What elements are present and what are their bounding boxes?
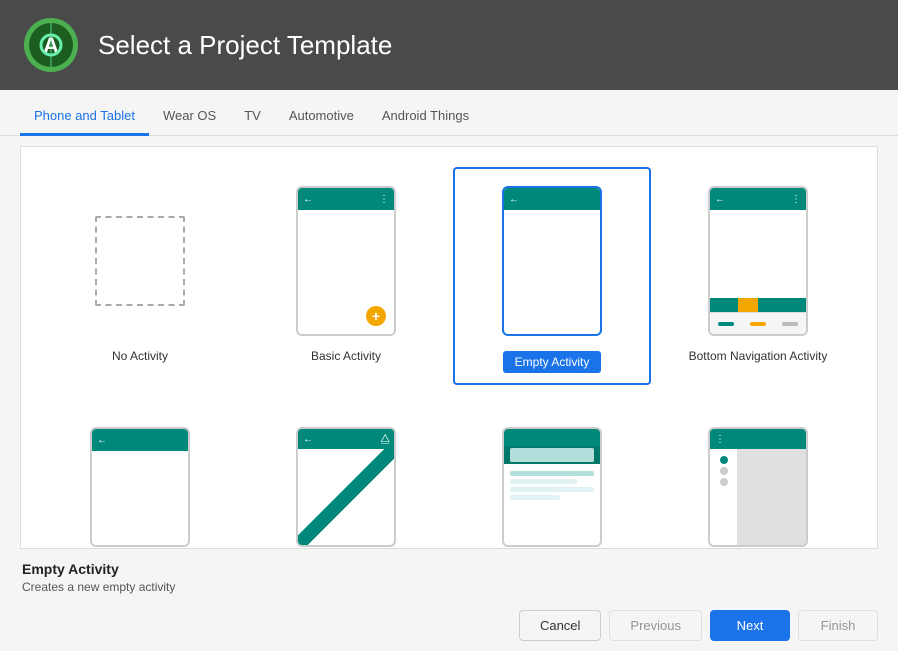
previous-button[interactable]: Previous bbox=[609, 610, 702, 641]
cancel-button[interactable]: Cancel bbox=[519, 610, 601, 641]
basic-activity-icon: ← ⋮ + bbox=[296, 186, 396, 336]
template-fullscreen-activity[interactable]: ← Fullscreen Activity bbox=[41, 393, 239, 549]
back-arrow-icon3: ← bbox=[715, 194, 725, 205]
back-arrow-icon: ← bbox=[303, 194, 313, 205]
template-master-detail[interactable]: ← ⧋ Master/Detail Flow bbox=[247, 393, 445, 549]
nav-dot-1 bbox=[720, 456, 728, 464]
bottom-nav-activity-label: Bottom Navigation Activity bbox=[689, 349, 828, 363]
template-grid: No Activity ← ⋮ + Basic Activity bbox=[21, 147, 877, 549]
scrolling-icon bbox=[502, 427, 602, 547]
tab-wear-os[interactable]: Wear OS bbox=[149, 98, 230, 136]
tab-tv[interactable]: TV bbox=[230, 98, 275, 136]
tab-bar: Phone and Tablet Wear OS TV Automotive A… bbox=[0, 90, 898, 136]
master-detail-preview: ← ⧋ bbox=[291, 407, 401, 549]
nav-drawer-preview: ⋮ bbox=[703, 407, 813, 549]
tab-automotive[interactable]: Automotive bbox=[275, 98, 368, 136]
overflow-icon2: ⋮ bbox=[791, 194, 801, 205]
template-grid-container: No Activity ← ⋮ + Basic Activity bbox=[20, 146, 878, 549]
dialog-title: Select a Project Template bbox=[98, 30, 392, 61]
nav-dot-3 bbox=[720, 478, 728, 486]
back-arrow-icon5: ← bbox=[303, 434, 313, 445]
app-logo: A bbox=[24, 18, 78, 72]
template-basic-activity[interactable]: ← ⋮ + Basic Activity bbox=[247, 167, 445, 385]
template-empty-activity[interactable]: ← Empty Activity bbox=[453, 167, 651, 385]
template-no-activity[interactable]: No Activity bbox=[41, 167, 239, 385]
description-text: Creates a new empty activity bbox=[22, 580, 876, 594]
footer-buttons: Cancel Previous Next Finish bbox=[0, 600, 898, 651]
nav-drawer-icon: ⋮ bbox=[708, 427, 808, 547]
no-activity-icon bbox=[95, 216, 185, 306]
bottom-nav-activity-preview: ← ⋮ bbox=[703, 181, 813, 341]
fullscreen-icon-preview: ← bbox=[90, 427, 190, 547]
tab-android-things[interactable]: Android Things bbox=[368, 98, 483, 136]
nav-dot-2 bbox=[720, 467, 728, 475]
empty-activity-preview: ← bbox=[497, 181, 607, 341]
fullscreen-activity-preview: ← bbox=[85, 407, 195, 549]
template-nav-drawer[interactable]: ⋮ Navigation Drawer Activity bbox=[659, 393, 857, 549]
nav-drawer-content bbox=[738, 449, 806, 545]
nav-item-2 bbox=[750, 322, 766, 326]
overflow-icon3: ⋮ bbox=[715, 434, 725, 445]
content-area: Phone and Tablet Wear OS TV Automotive A… bbox=[0, 90, 898, 651]
template-bottom-nav-activity[interactable]: ← ⋮ bbox=[659, 167, 857, 385]
fab-icon: + bbox=[366, 306, 386, 326]
finish-button[interactable]: Finish bbox=[798, 610, 878, 641]
no-activity-preview bbox=[85, 181, 195, 341]
nav-item-3 bbox=[782, 322, 798, 326]
back-arrow-icon2: ← bbox=[509, 194, 519, 205]
empty-activity-icon: ← bbox=[502, 186, 602, 336]
bottom-nav-bar bbox=[710, 312, 806, 334]
template-scrolling-activity[interactable]: Scrolling Activity bbox=[453, 393, 651, 549]
back-arrow-icon4: ← bbox=[97, 435, 107, 446]
overflow-icon: ⋮ bbox=[379, 194, 389, 205]
empty-activity-label: Empty Activity bbox=[503, 351, 602, 373]
fullscreen-arrows-icon: ⧋ bbox=[380, 433, 390, 446]
next-button[interactable]: Next bbox=[710, 610, 790, 641]
description-area: Empty Activity Creates a new empty activ… bbox=[0, 553, 898, 600]
scrolling-activity-preview bbox=[497, 407, 607, 549]
basic-activity-preview: ← ⋮ + bbox=[291, 181, 401, 341]
master-detail-icon: ← ⧋ bbox=[296, 427, 396, 547]
description-title: Empty Activity bbox=[22, 561, 876, 577]
nav-item-1 bbox=[718, 322, 734, 326]
no-activity-label: No Activity bbox=[112, 349, 168, 363]
bottom-nav-icon: ← ⋮ bbox=[708, 186, 808, 336]
basic-activity-label: Basic Activity bbox=[311, 349, 381, 363]
header: A Select a Project Template bbox=[0, 0, 898, 90]
tab-phone-tablet[interactable]: Phone and Tablet bbox=[20, 98, 149, 136]
